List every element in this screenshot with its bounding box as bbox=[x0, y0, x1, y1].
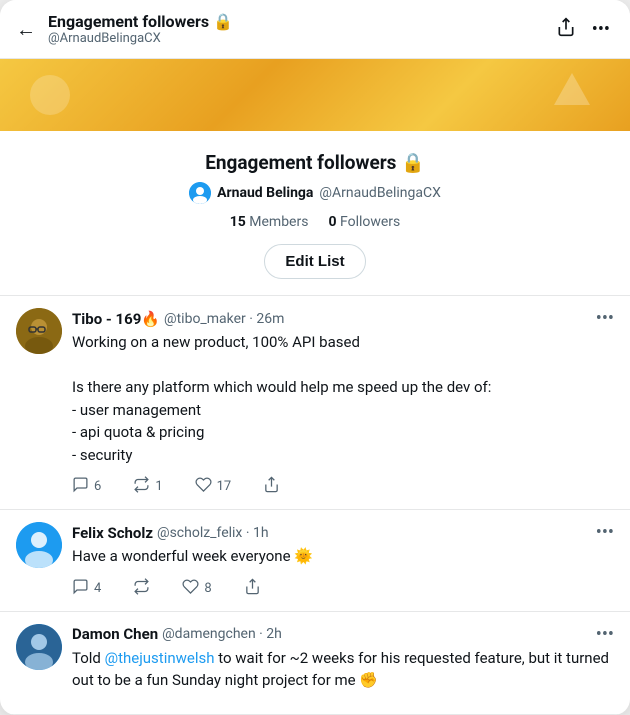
retweet-action[interactable]: 1 bbox=[133, 476, 162, 497]
header: ← Engagement followers 🔒 @ArnaudBelingaC… bbox=[0, 0, 630, 59]
like-icon bbox=[195, 476, 212, 497]
tweet-text: Told @thejustinwelsh to wait for ~2 week… bbox=[72, 647, 614, 692]
header-title: Engagement followers 🔒 bbox=[48, 12, 552, 31]
followers-stat: 0 Followers bbox=[328, 214, 400, 230]
retweet-action[interactable] bbox=[133, 578, 150, 599]
header-actions: ••• bbox=[552, 13, 614, 46]
tweet-author: Felix Scholz @scholz_felix · 1h bbox=[72, 524, 269, 542]
tweet-text: Working on a new product, 100% API based… bbox=[72, 331, 614, 466]
like-action[interactable]: 17 bbox=[195, 476, 232, 497]
owner-avatar bbox=[189, 182, 211, 204]
like-action[interactable]: 8 bbox=[182, 578, 211, 599]
tweet-avatar bbox=[16, 624, 62, 670]
tweet-more-button[interactable]: ••• bbox=[596, 308, 614, 329]
share-icon[interactable] bbox=[552, 13, 580, 46]
app-container: ← Engagement followers 🔒 @ArnaudBelingaC… bbox=[0, 0, 630, 715]
members-count: 15 bbox=[230, 214, 246, 230]
retweet-count: 1 bbox=[155, 479, 162, 494]
header-title-group: Engagement followers 🔒 @ArnaudBelingaCX bbox=[48, 12, 552, 46]
retweet-icon bbox=[133, 476, 150, 497]
author-handle: @scholz_felix · 1h bbox=[157, 525, 269, 541]
followers-count: 0 bbox=[328, 214, 336, 230]
tweet-content: Damon Chen @damengchen · 2h ••• Told @th… bbox=[72, 624, 614, 702]
tweet-content: Tibo - 169🔥 @tibo_maker · 26m ••• Workin… bbox=[72, 308, 614, 497]
reply-icon bbox=[72, 476, 89, 497]
list-stats: 15 Members 0 Followers bbox=[230, 214, 401, 230]
tweet-item: Tibo - 169🔥 @tibo_maker · 26m ••• Workin… bbox=[0, 296, 630, 510]
tweet-item: Damon Chen @damengchen · 2h ••• Told @th… bbox=[0, 612, 630, 715]
tweet-header: Damon Chen @damengchen · 2h ••• bbox=[72, 624, 614, 645]
author-handle: @damengchen · 2h bbox=[162, 626, 282, 642]
tweet-item: Felix Scholz @scholz_felix · 1h ••• Have… bbox=[0, 510, 630, 612]
tweet-more-button[interactable]: ••• bbox=[596, 522, 614, 543]
share-tweet-icon bbox=[263, 476, 280, 497]
tweet-header: Tibo - 169🔥 @tibo_maker · 26m ••• bbox=[72, 308, 614, 329]
like-count: 17 bbox=[217, 479, 232, 494]
edit-list-button[interactable]: Edit List bbox=[264, 244, 365, 279]
tweet-more-button[interactable]: ••• bbox=[596, 624, 614, 645]
list-banner bbox=[0, 59, 630, 131]
reply-count: 6 bbox=[94, 479, 101, 494]
tweet-author: Tibo - 169🔥 @tibo_maker · 26m bbox=[72, 310, 284, 328]
tweet-avatar bbox=[16, 522, 62, 568]
author-handle: @tibo_maker · 26m bbox=[164, 311, 284, 327]
like-count: 8 bbox=[204, 581, 211, 596]
reply-icon bbox=[72, 578, 89, 599]
tweet-feed: Tibo - 169🔥 @tibo_maker · 26m ••• Workin… bbox=[0, 296, 630, 715]
list-info-section: Engagement followers 🔒 Arnaud Belinga @A… bbox=[0, 131, 630, 296]
followers-label: Followers bbox=[340, 214, 400, 230]
author-name: Felix Scholz bbox=[72, 524, 153, 542]
tweet-content: Felix Scholz @scholz_felix · 1h ••• Have… bbox=[72, 522, 614, 599]
tweet-text: Have a wonderful week everyone 🌞 bbox=[72, 545, 614, 568]
header-subtitle: @ArnaudBelingaCX bbox=[48, 31, 552, 46]
tweet-actions: 6 1 17 bbox=[72, 476, 614, 497]
tweet-avatar bbox=[16, 308, 62, 354]
retweet-icon bbox=[133, 578, 150, 599]
mention-link[interactable]: @thejustinwelsh bbox=[105, 649, 215, 667]
share-action[interactable] bbox=[244, 578, 261, 599]
owner-handle: @ArnaudBelingaCX bbox=[319, 185, 440, 201]
list-title: Engagement followers 🔒 bbox=[205, 151, 425, 174]
owner-name: Arnaud Belinga bbox=[217, 185, 313, 201]
tweet-author: Damon Chen @damengchen · 2h bbox=[72, 625, 282, 643]
more-icon[interactable]: ••• bbox=[588, 15, 614, 44]
reply-count: 4 bbox=[94, 581, 101, 596]
tweet-header: Felix Scholz @scholz_felix · 1h ••• bbox=[72, 522, 614, 543]
share-action[interactable] bbox=[263, 476, 280, 497]
reply-action[interactable]: 4 bbox=[72, 578, 101, 599]
author-name: Tibo - 169🔥 bbox=[72, 310, 160, 328]
list-owner: Arnaud Belinga @ArnaudBelingaCX bbox=[189, 182, 441, 204]
reply-action[interactable]: 6 bbox=[72, 476, 101, 497]
tweet-actions: 4 8 bbox=[72, 578, 614, 599]
members-label: Members bbox=[249, 214, 308, 230]
members-stat: 15 Members bbox=[230, 214, 309, 230]
like-icon bbox=[182, 578, 199, 599]
share-tweet-icon bbox=[244, 578, 261, 599]
author-name: Damon Chen bbox=[72, 625, 158, 643]
back-button[interactable]: ← bbox=[16, 17, 36, 42]
